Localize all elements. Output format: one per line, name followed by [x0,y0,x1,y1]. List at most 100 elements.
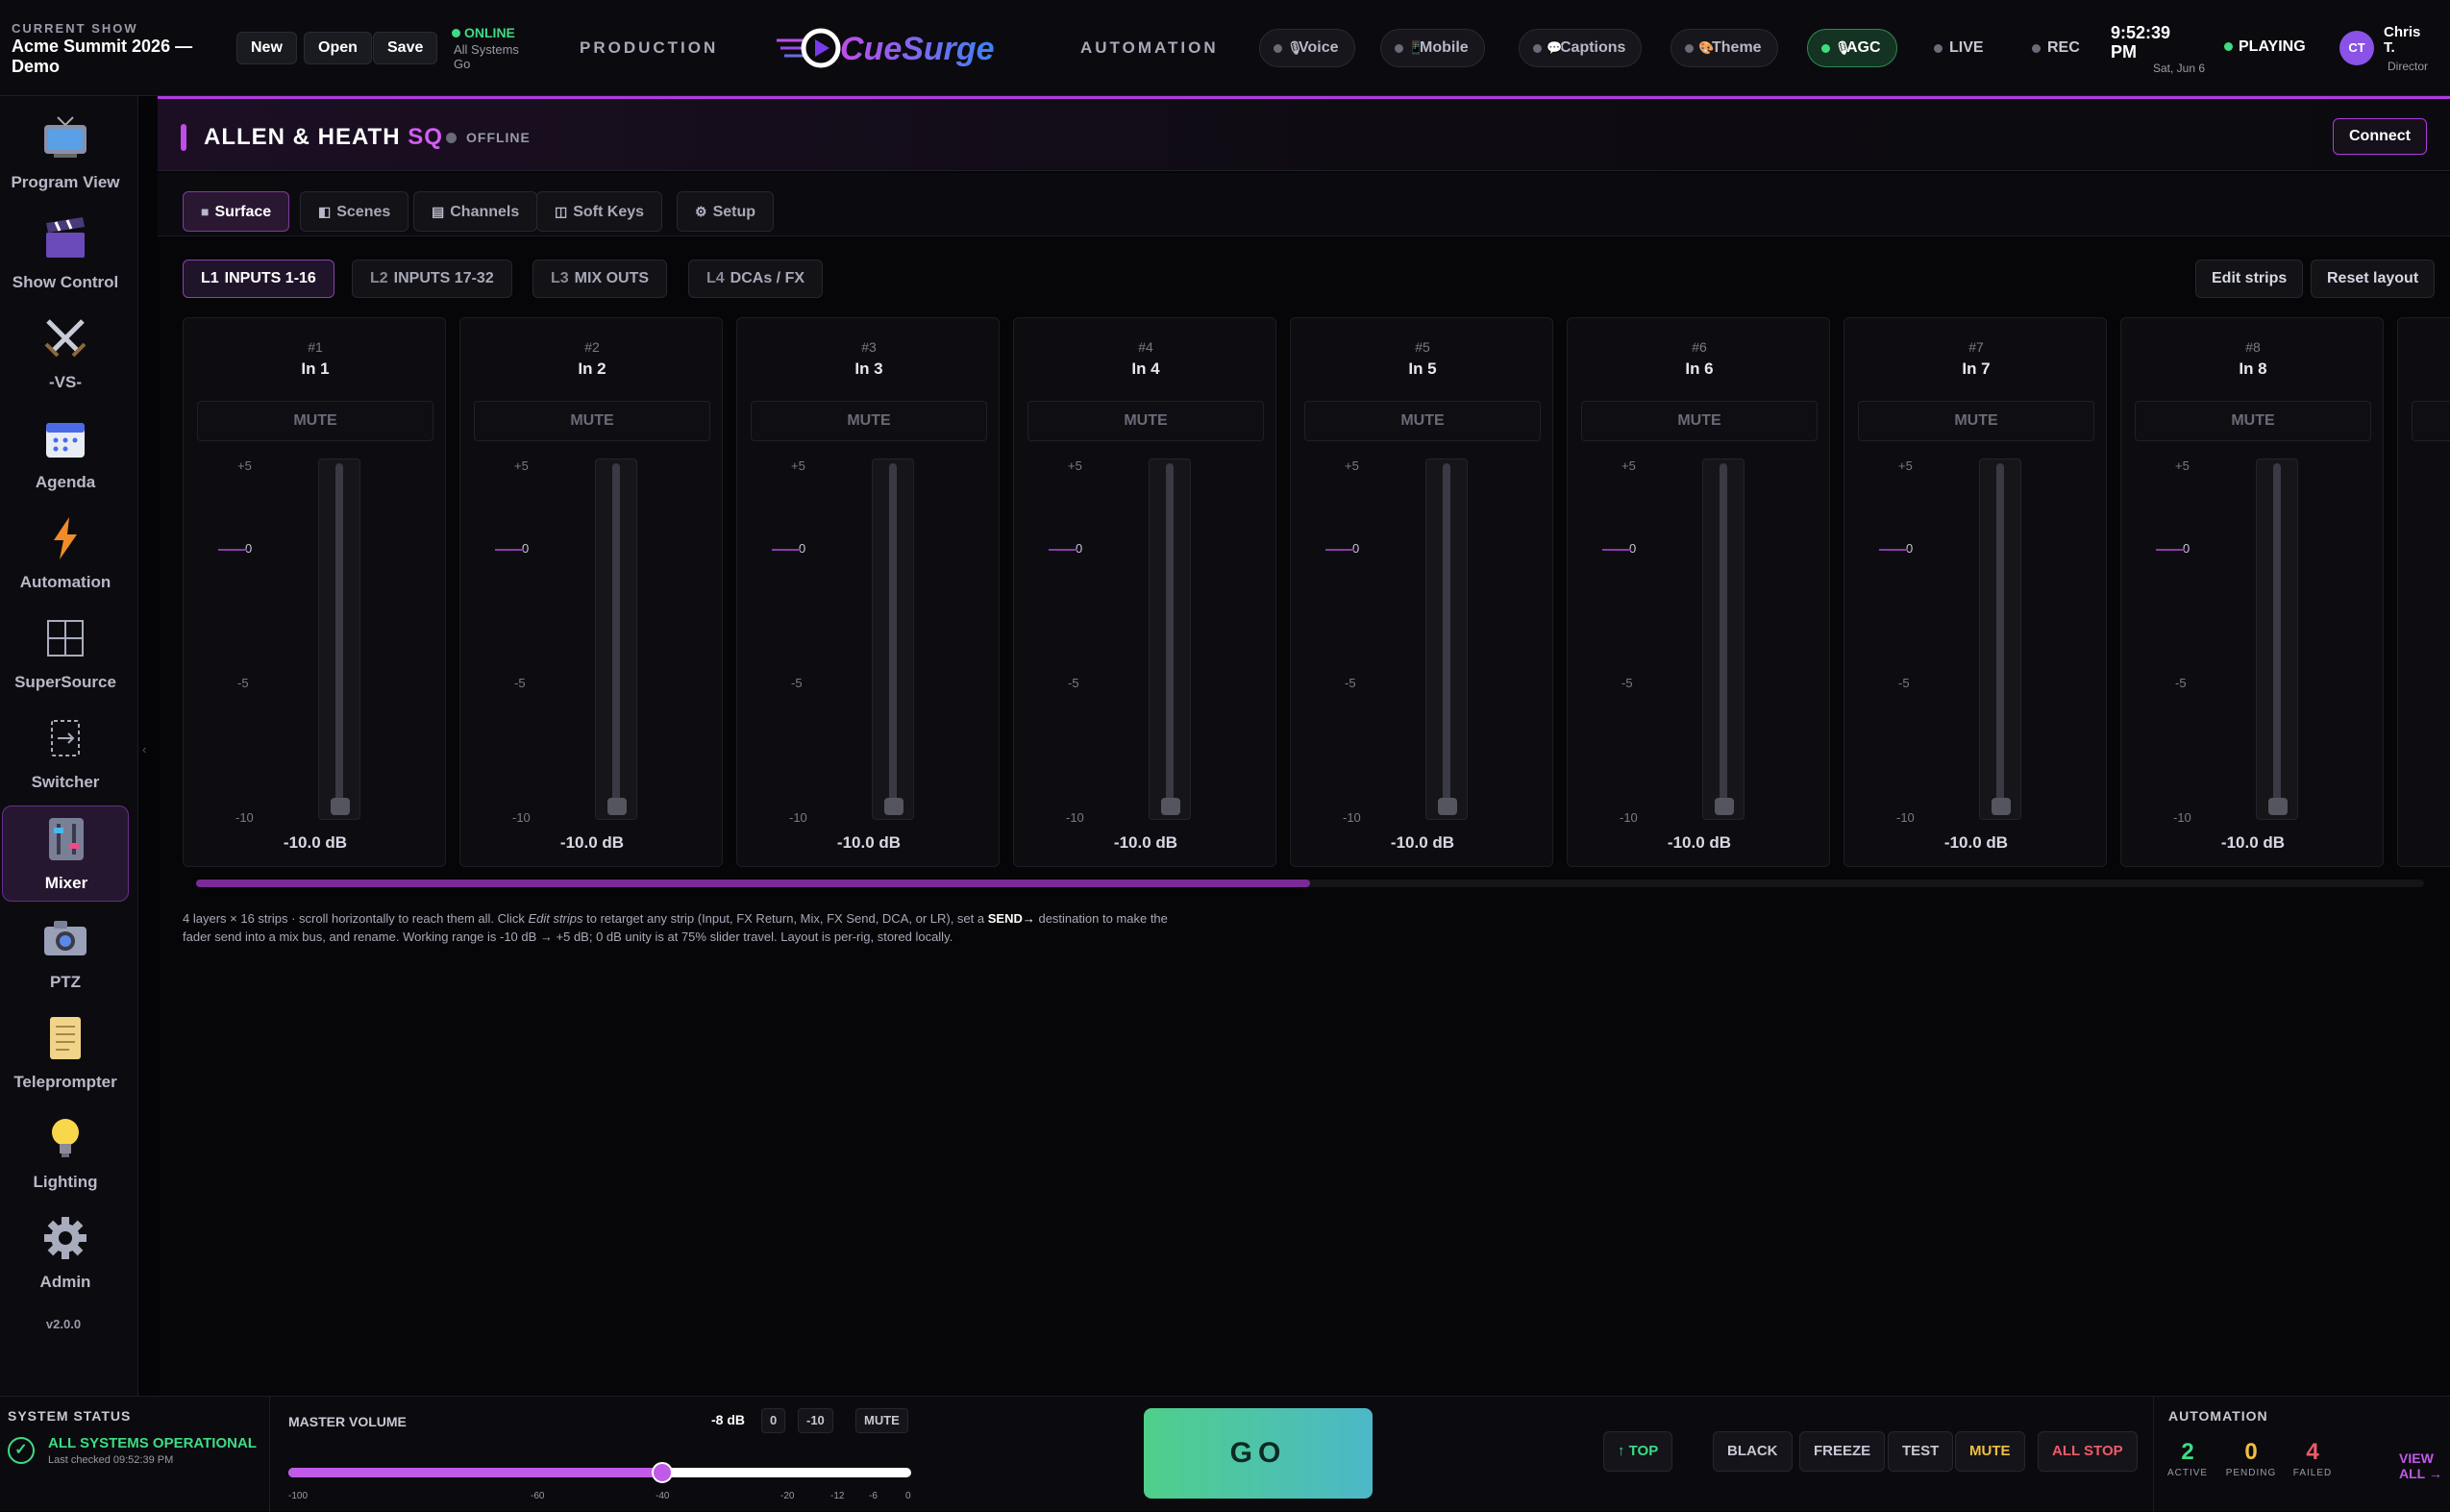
tab-surface[interactable]: ■ Surface [183,191,290,232]
mobile-toggle[interactable]: 📱 Mobile [1380,29,1485,67]
strip-name[interactable]: In 8 [2121,359,2385,379]
unity-tick [1049,549,1077,551]
scenes-icon: ◧ [318,204,332,219]
strip-mute-button[interactable]: MUTE [2135,401,2371,441]
voice-toggle[interactable]: 🎙 Voice [1259,29,1355,67]
strip-mute-button[interactable]: MUTE [1581,401,1818,441]
avatar[interactable]: CT [2339,31,2374,65]
failed-count: 4 [2306,1439,2319,1465]
agc-toggle[interactable]: 🎙 AGC [1807,29,1897,67]
tv-icon [44,116,87,158]
fader-handle[interactable] [607,798,627,815]
layer-tab-l2[interactable]: L2 INPUTS 17-32 [352,260,512,298]
sidebar-item-admin[interactable]: Admin [2,1205,129,1301]
unity-tick [2156,549,2185,551]
sidebar-item-mixer[interactable]: Mixer [2,806,129,902]
strip-mute-button[interactable]: MUTE [474,401,710,441]
fader-track[interactable] [1702,459,1745,820]
reset-layout-button[interactable]: Reset layout [2311,260,2436,298]
strip-mute-button[interactable] [2412,401,2450,441]
master-mute-button[interactable]: MUTE [855,1408,908,1433]
fader-track[interactable] [2256,459,2298,820]
nav-production[interactable]: PRODUCTION [580,38,718,58]
fader-handle[interactable] [331,798,350,815]
layer-tab-l3[interactable]: L3 MIX OUTS [532,260,668,298]
fader-handle[interactable] [1992,798,2011,815]
tab-soft-keys[interactable]: ◫ Soft Keys [536,191,663,232]
master-volume-slider[interactable] [288,1462,911,1483]
sidebar-item-automation[interactable]: Automation [2,506,129,602]
black-button[interactable]: BLACK [1713,1431,1793,1472]
sidebar-item-show-control[interactable]: Show Control [2,206,129,302]
sidebar-item-switcher[interactable]: Switcher [2,706,129,802]
theme-toggle[interactable]: 🎨 Theme [1670,29,1778,67]
strip-name[interactable]: In 3 [737,359,1001,379]
strip-name[interactable]: In 1 [184,359,447,379]
sidebar-item-teleprompter[interactable]: Teleprompter [2,1005,129,1102]
nav-automation[interactable]: AUTOMATION [1080,38,1219,58]
sidebar-item-ptz[interactable]: PTZ [2,905,129,1002]
sidebar-item-vs[interactable]: -VS- [2,306,129,402]
fader-handle[interactable] [1438,798,1457,815]
tab-channels[interactable]: ▤ Channels [413,191,538,232]
strip-mute-button[interactable]: MUTE [751,401,987,441]
rec-indicator[interactable]: REC [2024,29,2090,67]
fader-track[interactable] [318,459,360,820]
tab-setup[interactable]: ⚙ Setup [677,191,775,232]
strip-mute-button[interactable]: MUTE [1304,401,1541,441]
clapperboard-icon [46,217,85,258]
footer-mute-button[interactable]: MUTE [1955,1431,2025,1472]
sidebar-item-program-view[interactable]: Program View [2,106,129,202]
view-all-link[interactable]: VIEW ALL → [2399,1450,2450,1481]
new-show-button[interactable]: New [236,32,297,64]
cuesurge-logo[interactable]: CueSurge [777,17,998,75]
fader-handle[interactable] [2268,798,2288,815]
strip-name[interactable]: In 4 [1014,359,1277,379]
fader-track[interactable] [1979,459,2021,820]
top-button[interactable]: ↑ TOP [1603,1431,1673,1472]
go-button[interactable]: GO [1144,1408,1373,1499]
fader-track[interactable] [872,459,914,820]
volume-scale-label: -6 [869,1491,878,1501]
strip-name[interactable]: In 7 [1844,359,2108,379]
edit-strips-button[interactable]: Edit strips [2195,260,2304,298]
strip-mute-button[interactable]: MUTE [197,401,433,441]
master-minus10-button[interactable]: -10 [798,1408,833,1433]
tab-scenes[interactable]: ◧ Scenes [300,191,409,232]
strip-name[interactable]: In 6 [1568,359,1831,379]
sidebar-item-supersource[interactable]: SuperSource [2,606,129,702]
layer-tab-l1[interactable]: L1 INPUTS 1-16 [183,260,334,298]
sidebar-item-label: -VS- [49,373,82,391]
sidebar-item-agenda[interactable]: Agenda [2,406,129,502]
strip-mute-button[interactable]: MUTE [1858,401,2094,441]
captions-toggle[interactable]: 💬 Captions [1519,29,1643,67]
sidebar-collapse-icon[interactable]: ‹ [142,742,146,756]
fader-track[interactable] [1425,459,1468,820]
user-name[interactable]: Chris T. [2384,25,2422,56]
live-indicator[interactable]: LIVE [1926,29,1993,67]
strip-db-value: -10.0 dB [1943,833,2009,852]
strip-mute-button[interactable]: MUTE [1027,401,1264,441]
fader-handle[interactable] [1161,798,1180,815]
master-volume-fill [288,1468,662,1477]
all-stop-button[interactable]: ALL STOP [2038,1431,2138,1472]
strips-scrollbar[interactable] [196,880,2424,887]
test-button[interactable]: TEST [1888,1431,1954,1472]
open-show-button[interactable]: Open [304,32,372,64]
fader-handle[interactable] [1715,798,1734,815]
fader-track[interactable] [1149,459,1191,820]
save-show-button[interactable]: Save [373,32,438,64]
fader-track[interactable] [595,459,637,820]
strip-name[interactable]: In 5 [1291,359,1554,379]
sidebar-item-lighting[interactable]: Lighting [2,1105,129,1202]
master-volume-knob[interactable] [651,1462,673,1483]
fader-handle[interactable] [884,798,903,815]
show-title[interactable]: Acme Summit 2026 — Demo [12,37,204,77]
strips-scrollbar-thumb[interactable] [196,880,1310,887]
master-zero-button[interactable]: 0 [761,1408,786,1433]
freeze-button[interactable]: FREEZE [1799,1431,1886,1472]
fader-scale-label: -5 [514,676,526,690]
strip-name[interactable]: In 2 [460,359,724,379]
layer-tab-l4[interactable]: L4 DCAs / FX [688,260,824,298]
connect-button[interactable]: Connect [2333,118,2427,155]
